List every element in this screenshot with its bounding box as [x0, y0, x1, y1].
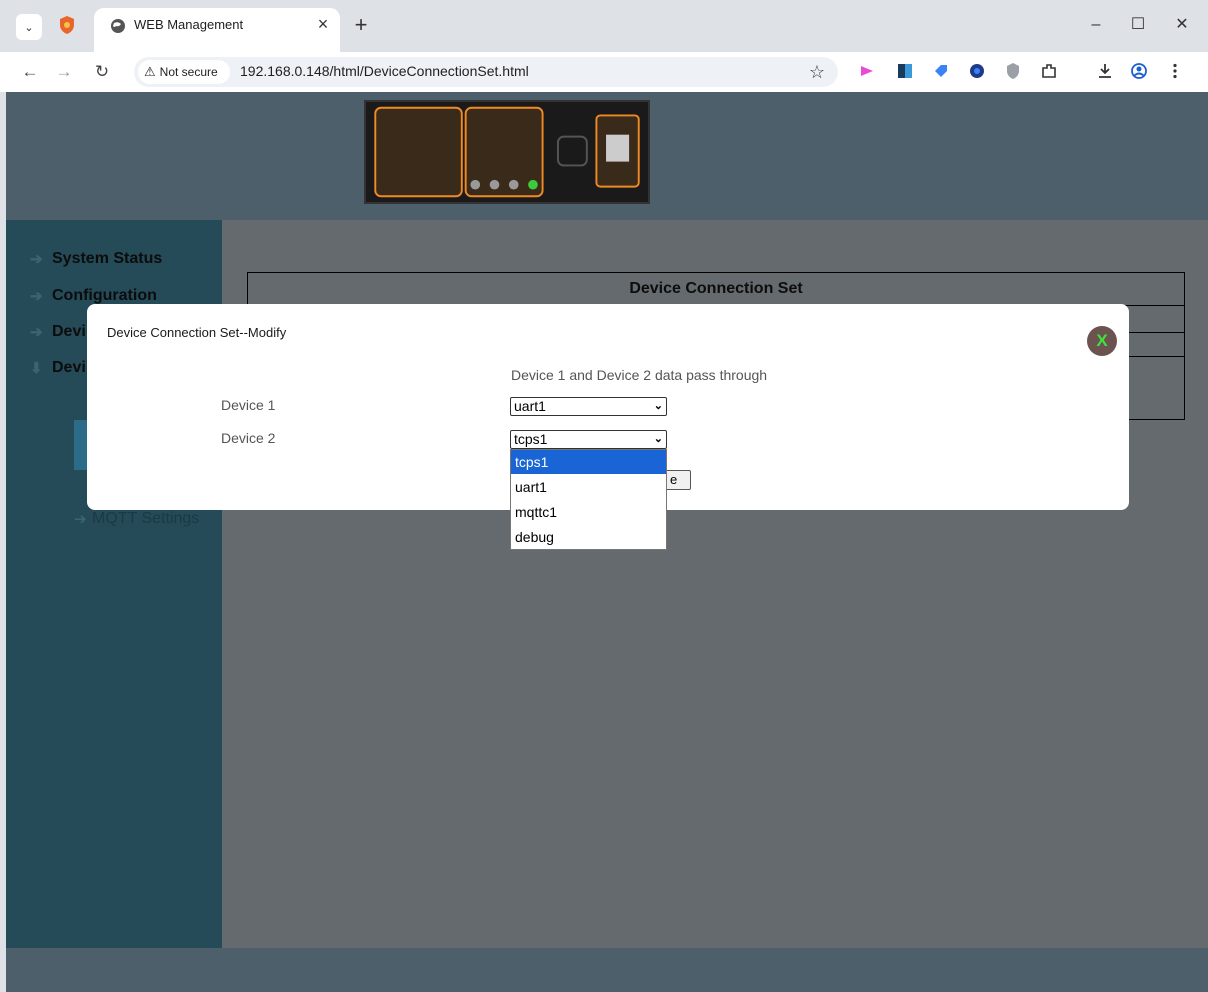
- dropdown-option-tcps1[interactable]: tcps1: [511, 450, 666, 474]
- sidebar-item-device-b[interactable]: ⬇ Devi: [30, 359, 86, 377]
- url-text[interactable]: 192.168.0.148/html/DeviceConnectionSet.h…: [240, 63, 529, 79]
- back-arrow-icon[interactable]: ←: [16, 58, 44, 86]
- device-photo: [364, 100, 650, 204]
- dialog-close-button[interactable]: X: [1087, 326, 1117, 356]
- sidebar-subitem-mqtt-settings[interactable]: ➔ MQTT Settings: [74, 510, 199, 528]
- security-chip[interactable]: ⚠ Not secure: [138, 60, 230, 84]
- security-label: Not secure: [159, 65, 218, 79]
- new-tab-button[interactable]: +: [348, 12, 374, 38]
- shield-extension-icon[interactable]: [58, 15, 76, 35]
- sidebar-item-label: Configuration: [52, 287, 157, 304]
- close-window-button[interactable]: ✕: [1162, 10, 1202, 40]
- tab-title: WEB Management: [134, 17, 244, 32]
- sidebar-item-label: Devi: [52, 359, 86, 376]
- arrow-down-icon: ⬇: [30, 360, 43, 377]
- device2-select[interactable]: tcps1 ⌄: [510, 430, 667, 449]
- chevron-down-icon: ⌄: [653, 400, 663, 412]
- page-footer: [6, 948, 1208, 992]
- dropdown-option-debug[interactable]: debug: [511, 525, 666, 549]
- minimize-button[interactable]: –: [1076, 10, 1116, 40]
- download-icon[interactable]: [1096, 62, 1114, 80]
- tab-close-icon[interactable]: ×: [312, 13, 334, 35]
- sidebar-item-device-a[interactable]: ➔ Devi: [30, 323, 86, 341]
- sidebar-item-label: Devi: [52, 323, 86, 340]
- circle-extension-icon[interactable]: [968, 62, 986, 80]
- bar-extension-icon[interactable]: [896, 62, 914, 80]
- sidebar-item-system-status[interactable]: ➔ System Status: [30, 250, 162, 268]
- puzzle-extensions-icon[interactable]: [1040, 62, 1058, 80]
- sidebar-item-label: System Status: [52, 250, 163, 267]
- arrow-right-icon: ➔: [30, 288, 43, 305]
- content-title: Device Connection Set: [247, 272, 1185, 306]
- dropdown-option-uart1[interactable]: uart1: [511, 475, 666, 499]
- bookmark-star-icon[interactable]: ☆: [804, 58, 830, 86]
- dialog-title: Device Connection Set--Modify: [107, 325, 287, 340]
- tab-search-chevron-icon[interactable]: ⌄: [16, 14, 42, 40]
- device2-selected-value: tcps1: [514, 431, 548, 447]
- reload-icon[interactable]: ↻: [88, 58, 116, 86]
- arrow-right-icon: ➔: [74, 511, 87, 528]
- device1-select[interactable]: uart1 ⌄: [510, 397, 667, 416]
- forward-arrow-icon[interactable]: →: [50, 58, 78, 86]
- dialog-description: Device 1 and Device 2 data pass through: [511, 367, 768, 383]
- globe-icon: [111, 19, 125, 33]
- play-extension-icon[interactable]: [858, 62, 876, 80]
- chevron-down-icon: ⌄: [653, 433, 663, 445]
- device1-label: Device 1: [221, 397, 276, 413]
- arrow-right-icon: ➔: [30, 324, 43, 341]
- device2-dropdown-list: tcps1 uart1 mqttc1 debug: [510, 449, 667, 550]
- more-menu-icon[interactable]: [1166, 62, 1184, 80]
- tag-extension-icon[interactable]: [932, 62, 950, 80]
- sidebar-item-configuration[interactable]: ➔ Configuration: [30, 287, 157, 305]
- shield-privacy-icon[interactable]: [1004, 62, 1022, 80]
- profile-icon[interactable]: [1130, 62, 1148, 80]
- device1-selected-value: uart1: [514, 398, 546, 414]
- warning-icon: ⚠: [144, 64, 156, 79]
- sidebar-subitem-label: MQTT Settings: [92, 510, 200, 527]
- maximize-button[interactable]: ☐: [1118, 10, 1158, 40]
- arrow-right-icon: ➔: [30, 251, 43, 268]
- dropdown-option-mqttc1[interactable]: mqttc1: [511, 500, 666, 524]
- device2-label: Device 2: [221, 430, 276, 446]
